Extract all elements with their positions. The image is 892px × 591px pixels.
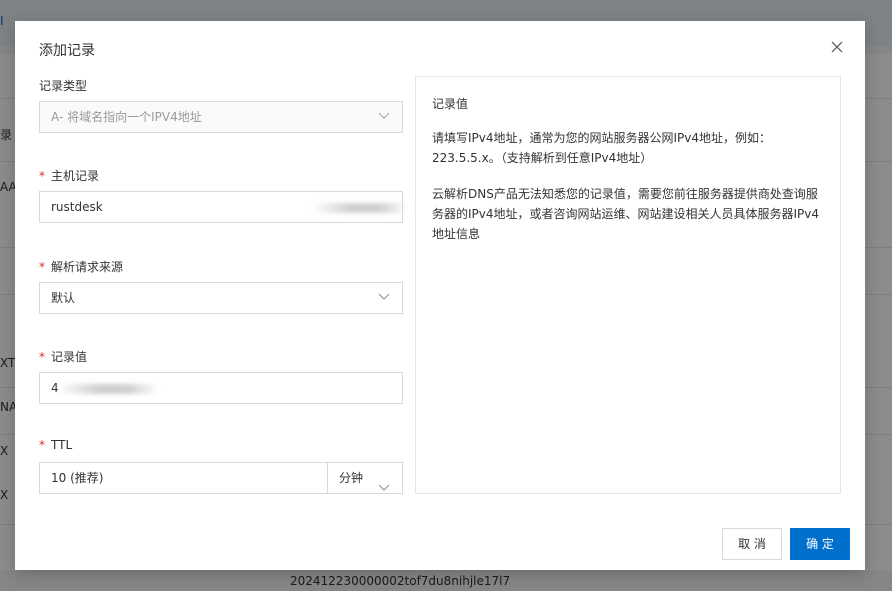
ttl-label: * TTL — [39, 438, 73, 452]
close-button[interactable] — [829, 39, 845, 55]
record-type-value: A- 将域名指向一个IPV4地址 — [51, 110, 202, 124]
required-mark: * — [39, 350, 45, 364]
ttl-unit-select[interactable]: 分钟 — [327, 462, 403, 494]
close-icon — [831, 41, 843, 53]
record-type-select[interactable]: A- 将域名指向一个IPV4地址 — [39, 101, 403, 133]
help-panel: 记录值 请填写IPv4地址，通常为您的网站服务器公网IPv4地址，例如：223.… — [415, 76, 841, 494]
resolve-source-select[interactable]: 默认 — [39, 282, 403, 314]
host-record-value: rustdesk — [51, 200, 103, 214]
redacted-domain-suffix — [312, 203, 408, 213]
resolve-source-value: 默认 — [51, 291, 76, 305]
ttl-unit-value: 分钟 — [339, 471, 364, 485]
record-value-input[interactable]: 4 — [39, 372, 403, 404]
host-record-input[interactable]: rustdesk — [39, 191, 408, 223]
add-record-dialog: 添加记录 记录类型 A- 将域名指向一个IPV4地址 * 主机记录 rustdes… — [15, 21, 865, 570]
resolve-source-label: * 解析请求来源 — [39, 260, 124, 274]
confirm-button[interactable]: 确 定 — [790, 528, 850, 560]
chevron-down-icon — [378, 112, 390, 120]
required-mark: * — [39, 169, 45, 183]
record-type-label: 记录类型 — [39, 79, 88, 93]
cancel-button[interactable]: 取 消 — [722, 528, 782, 560]
chevron-down-icon — [378, 293, 390, 301]
ttl-input[interactable]: 10 (推荐) — [39, 462, 328, 494]
help-paragraph: 云解析DNS产品无法知悉您的记录值，需要您前往服务器提供商处查询服务器的IPv4… — [432, 187, 820, 241]
ttl-value: 10 (推荐) — [51, 471, 104, 485]
required-mark: * — [39, 438, 45, 452]
help-paragraph: 请填写IPv4地址，通常为您的网站服务器公网IPv4地址，例如：223.5.5.… — [432, 131, 772, 165]
record-value-label: * 记录值 — [39, 350, 88, 364]
host-record-label: * 主机记录 — [39, 169, 100, 183]
chevron-down-icon — [378, 473, 390, 503]
redacted-ip-address — [58, 384, 158, 394]
dialog-title: 添加记录 — [39, 43, 95, 59]
required-mark: * — [39, 260, 45, 274]
help-title: 记录值 — [432, 97, 469, 111]
